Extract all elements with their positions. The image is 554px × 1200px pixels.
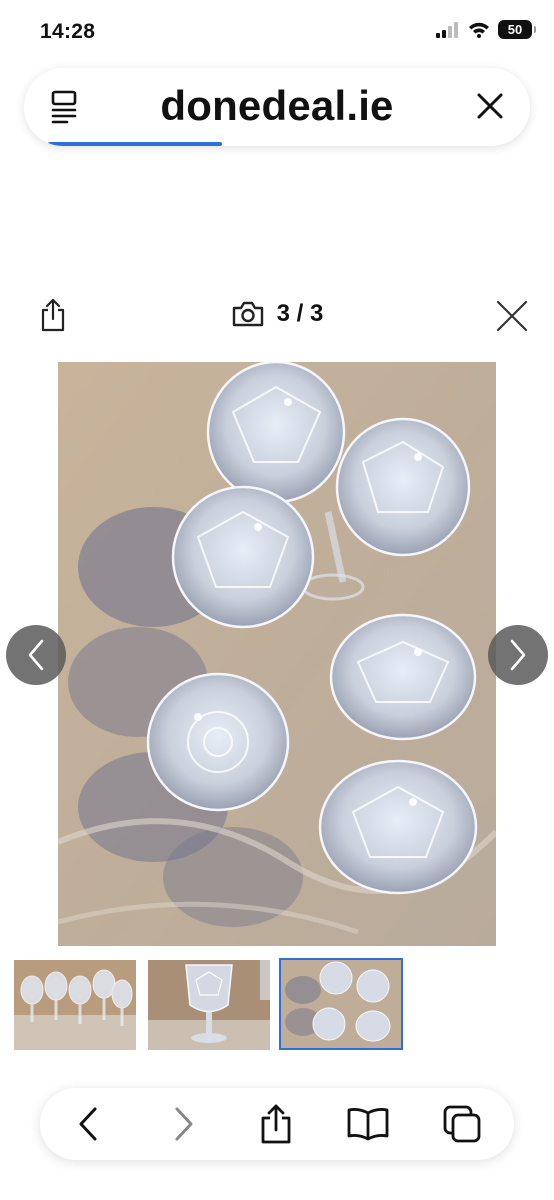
forward-chevron-icon xyxy=(175,1107,193,1141)
thumbnail-1[interactable] xyxy=(14,960,136,1050)
chevron-left-icon xyxy=(28,639,44,671)
forward-button[interactable] xyxy=(162,1102,206,1146)
next-image-button[interactable] xyxy=(488,625,548,685)
address-bar[interactable]: donedeal.ie xyxy=(24,68,530,146)
page-load-progress xyxy=(48,142,222,146)
thumbnail-1-image xyxy=(14,960,136,1050)
previous-image-button[interactable] xyxy=(6,625,66,685)
browser-toolbar xyxy=(40,1088,514,1160)
status-bar: 14:28 50 xyxy=(0,0,554,60)
chevron-right-icon xyxy=(510,639,526,671)
thumbnail-3-selected[interactable] xyxy=(279,958,403,1050)
camera-icon xyxy=(232,301,263,327)
thumbnail-2-image xyxy=(148,960,270,1050)
thumbnail-2[interactable] xyxy=(148,960,270,1050)
book-icon xyxy=(347,1108,389,1141)
back-button[interactable] xyxy=(66,1102,110,1146)
status-time: 14:28 xyxy=(40,20,96,43)
gallery-close-icon[interactable] xyxy=(496,300,528,332)
bookmarks-button[interactable] xyxy=(346,1102,390,1146)
image-counter-text: 3 / 3 xyxy=(276,300,324,327)
share-page-button[interactable] xyxy=(254,1102,298,1146)
url-text[interactable]: donedeal.ie xyxy=(24,82,530,130)
image-counter: 3 / 3 xyxy=(0,300,554,328)
signal-icon xyxy=(436,21,458,38)
battery-indicator: 50 xyxy=(498,20,536,39)
status-icons: 50 xyxy=(436,20,536,39)
tabs-button[interactable] xyxy=(440,1102,484,1146)
crystal-glasses-photo xyxy=(58,362,496,946)
thumbnail-3-image xyxy=(281,960,401,1048)
tabs-icon xyxy=(443,1105,481,1143)
share-page-icon xyxy=(261,1104,291,1144)
wifi-icon xyxy=(469,22,489,38)
main-photo[interactable] xyxy=(58,362,496,946)
back-chevron-icon xyxy=(79,1107,97,1141)
close-icon[interactable] xyxy=(476,92,504,120)
